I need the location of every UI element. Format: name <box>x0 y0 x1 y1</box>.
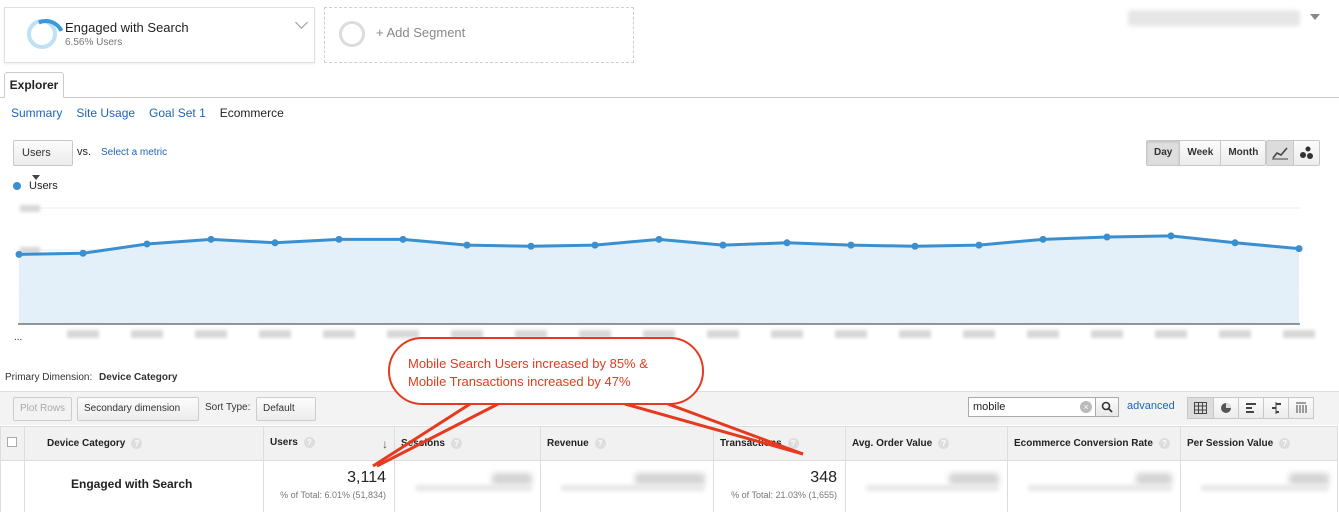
arrow-to-transactions <box>624 402 804 456</box>
callout-line-2: Mobile Transactions increased by 47% <box>408 374 631 389</box>
arrow-to-users-2 <box>376 402 499 468</box>
arrow-to-users <box>372 402 471 468</box>
callout-line-1: Mobile Search Users increased by 85% & <box>408 356 648 371</box>
callout-arrows <box>372 402 804 468</box>
annotation-callout: Mobile Search Users increased by 85% & M… <box>388 337 704 405</box>
arrow-to-transactions-2 <box>667 402 804 456</box>
